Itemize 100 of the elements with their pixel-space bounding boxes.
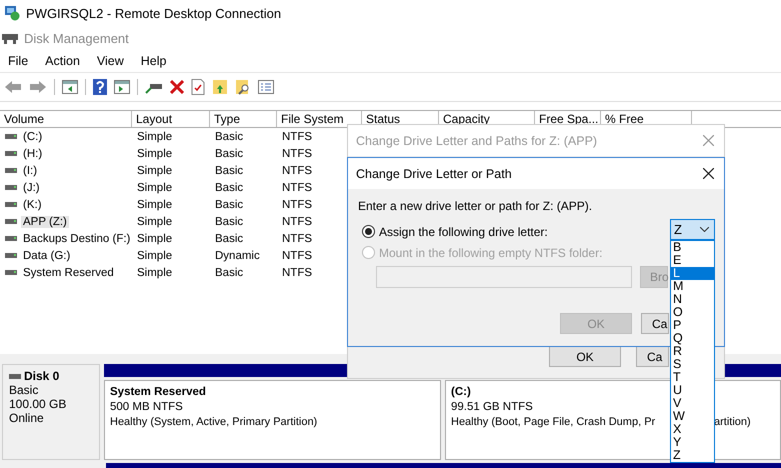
console-tree-icon[interactable] xyxy=(62,80,78,94)
drive-label[interactable]: Backups Destino (F:) xyxy=(21,232,132,244)
drive-letter-option[interactable]: L xyxy=(671,267,714,280)
partition-name: System Reserved xyxy=(110,385,206,400)
drive-label[interactable]: (J:) xyxy=(21,182,42,194)
column-header[interactable]: Type xyxy=(210,111,277,127)
drive-letter-option[interactable]: O xyxy=(671,306,714,319)
volume-icon xyxy=(5,151,17,156)
table-cell: Simple xyxy=(137,130,172,142)
volume-icon xyxy=(5,202,17,207)
table-cell: NTFS xyxy=(282,198,312,210)
radio-button[interactable] xyxy=(362,225,375,238)
table-cell: Simple xyxy=(137,266,172,278)
table-cell: Basic xyxy=(215,148,244,160)
table-cell: Basic xyxy=(215,182,244,194)
drive-letter-option[interactable]: S xyxy=(671,358,714,371)
table-cell: Basic xyxy=(215,266,244,278)
volume-icon xyxy=(5,253,17,258)
table-cell: NTFS xyxy=(282,148,312,160)
table-cell: Simple xyxy=(137,164,172,176)
partition-status: Healthy (Boot, Page File, Crash Dump, Pr xyxy=(451,415,656,430)
dialog-button[interactable]: Ca xyxy=(636,346,669,367)
partition-name: (C:) xyxy=(451,385,471,400)
column-header[interactable]: Layout xyxy=(132,111,210,127)
dialog-button[interactable]: Ca xyxy=(641,313,669,334)
menu-item[interactable]: Help xyxy=(140,54,166,68)
drive-letter-option[interactable]: X xyxy=(671,423,714,436)
table-cell: Simple xyxy=(137,198,172,210)
close-icon[interactable] xyxy=(703,168,714,179)
properties-icon[interactable] xyxy=(191,79,205,95)
volume-icon xyxy=(5,168,17,173)
folder-up-icon[interactable] xyxy=(212,79,228,95)
chevron-icon xyxy=(700,227,709,232)
partition-size: 99.51 GB NTFS xyxy=(451,400,533,415)
menu-item[interactable]: Action xyxy=(45,54,80,68)
drive-label[interactable]: (H:) xyxy=(21,148,44,160)
drive-letter-option[interactable]: M xyxy=(671,280,714,293)
action-pane-icon[interactable] xyxy=(114,80,130,94)
table-cell: Basic xyxy=(215,198,244,210)
table-cell: NTFS xyxy=(282,216,312,228)
radio-label[interactable]: Assign the following drive letter: xyxy=(379,224,548,238)
volume-icon xyxy=(5,219,17,224)
drive-letter-option[interactable]: Y xyxy=(671,436,714,449)
column-header[interactable]: Volume xyxy=(0,111,132,127)
table-cell: Simple xyxy=(137,216,172,228)
partition-status: Healthy (System, Active, Primary Partition) xyxy=(110,415,318,430)
drive-label[interactable]: (I:) xyxy=(21,164,40,176)
dialog-title: Change Drive Letter or Path xyxy=(356,166,512,180)
table-cell: NTFS xyxy=(282,232,312,244)
disk-size: 100.00 GB xyxy=(9,397,68,411)
table-cell: Basic xyxy=(215,216,244,228)
partition-status: artition) xyxy=(714,415,751,430)
table-cell: Basic xyxy=(215,130,244,142)
table-cell: Simple xyxy=(137,148,172,160)
prompt-text: Enter a new drive letter or path for Z: (APP). xyxy=(358,199,594,213)
drive-letter-option[interactable]: B xyxy=(671,241,714,254)
table-cell: Dynamic xyxy=(215,250,260,262)
volume-icon xyxy=(5,236,17,241)
table-cell: Simple xyxy=(137,232,172,244)
menu-item[interactable]: File xyxy=(8,54,28,68)
table-cell: Basic xyxy=(215,232,244,244)
table-cell: Simple xyxy=(137,250,172,262)
drive-label[interactable]: (K:) xyxy=(21,198,44,210)
app-title: Disk Management xyxy=(24,30,129,46)
window-title: PWGIRSQL2 - Remote Desktop Connection xyxy=(26,6,282,20)
drive-letter-option[interactable]: W xyxy=(671,410,714,423)
partition[interactable]: System Reserved 500 MB NTFS Healthy (System, Active, Primary Partition) xyxy=(104,380,441,460)
drive-letter-option[interactable]: E xyxy=(671,254,714,267)
drive-label[interactable]: System Reserved xyxy=(21,266,116,278)
table-cell: NTFS xyxy=(282,164,312,176)
table-cell: Basic xyxy=(215,164,244,176)
drive-label[interactable]: APP (Z:) xyxy=(21,216,69,228)
drive-letter-option[interactable]: N xyxy=(671,293,714,306)
drive-letter-option[interactable]: Q xyxy=(671,332,714,345)
drive-label[interactable]: Data (G:) xyxy=(21,250,72,262)
remote-desktop-icon xyxy=(4,5,20,21)
disk-status: Online xyxy=(9,411,45,425)
drive-letter-option[interactable]: Z xyxy=(671,449,714,462)
disk-type: Basic xyxy=(9,383,40,397)
table-cell: NTFS xyxy=(282,266,312,278)
drive-letter-option[interactable]: P xyxy=(671,319,714,332)
list-icon[interactable] xyxy=(258,80,274,94)
forward-icon[interactable] xyxy=(29,80,47,94)
volume-icon xyxy=(5,185,17,190)
drive-label[interactable]: (C:) xyxy=(21,130,44,142)
drive-letter-option[interactable]: V xyxy=(671,397,714,410)
table-cell: NTFS xyxy=(282,130,312,142)
help-icon[interactable] xyxy=(93,79,107,95)
search-icon[interactable] xyxy=(235,79,251,95)
drive-letter-option[interactable]: U xyxy=(671,384,714,397)
table-cell: NTFS xyxy=(282,182,312,194)
table-cell: Simple xyxy=(137,182,172,194)
dialog-button[interactable]: OK xyxy=(549,346,621,367)
volume-icon xyxy=(5,270,17,275)
drive-letter-dropdown[interactable]: Z xyxy=(670,219,715,240)
menu-item[interactable]: View xyxy=(96,54,124,68)
disk-name: Disk 0 xyxy=(24,369,60,383)
back-icon[interactable] xyxy=(4,80,22,94)
delete-icon[interactable] xyxy=(170,80,184,94)
drive-letter-option[interactable]: R xyxy=(671,345,714,358)
